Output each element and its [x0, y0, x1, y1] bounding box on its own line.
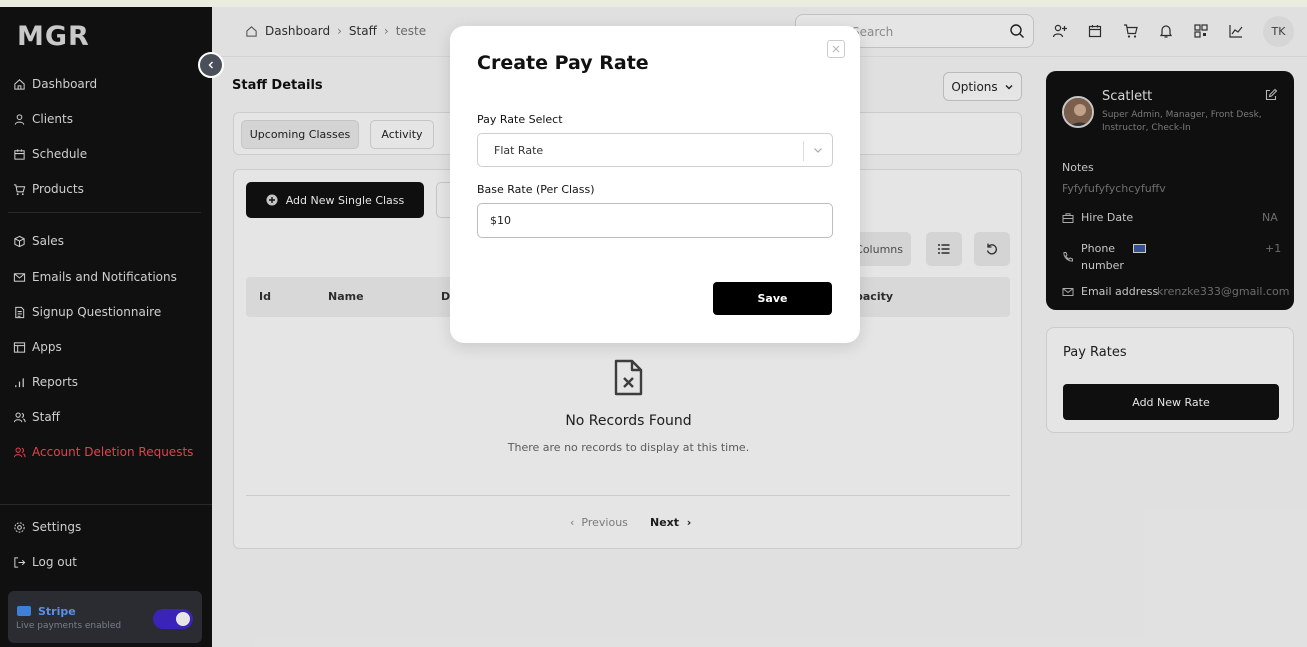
pay-rate-select-label: Pay Rate Select [477, 113, 563, 126]
sidebar-item-schedule[interactable]: Schedule [13, 147, 87, 161]
stripe-logo-icon [17, 606, 31, 616]
sidebar-item-label: Signup Questionnaire [32, 305, 162, 319]
pay-rate-select-value: Flat Rate [494, 144, 544, 157]
sidebar-item-products[interactable]: Products [13, 182, 84, 196]
sidebar-item-clients[interactable]: Clients [13, 112, 73, 126]
sidebar-item-label: Emails and Notifications [32, 270, 177, 284]
create-pay-rate-modal: Create Pay Rate Pay Rate Select Flat Rat… [450, 26, 860, 343]
home-icon [14, 78, 25, 90]
sidebar-divider [0, 504, 212, 505]
save-button[interactable]: Save [713, 282, 832, 315]
package-icon [14, 235, 25, 247]
sidebar-item-label: Clients [32, 112, 73, 126]
pay-rate-select[interactable]: Flat Rate [477, 133, 833, 167]
base-rate-label: Base Rate (Per Class) [477, 183, 595, 196]
select-separator [803, 141, 804, 161]
users-icon [13, 447, 26, 457]
sidebar-item-label: Apps [32, 340, 62, 354]
sidebar-item-label: Staff [32, 410, 60, 424]
cart-icon [13, 183, 26, 195]
sidebar-item-apps[interactable]: Apps [13, 340, 62, 354]
sidebar-item-label: Schedule [32, 147, 88, 161]
sidebar-collapse-button[interactable] [198, 52, 224, 78]
sidebar-item-label: Account Deletion Requests [32, 445, 194, 459]
sidebar-item-label: Sales [32, 234, 64, 248]
document-icon [15, 306, 25, 318]
sidebar-item-label: Dashboard [32, 77, 98, 91]
gear-icon [14, 521, 25, 533]
chevron-down-icon [814, 148, 822, 153]
sidebar-item-reports[interactable]: Reports [13, 375, 78, 389]
sidebar-item-logout[interactable]: Log out [13, 555, 77, 569]
base-rate-input[interactable] [477, 203, 833, 238]
stripe-toggle[interactable] [153, 609, 193, 629]
sidebar-item-account-deletion-requests[interactable]: Account Deletion Requests [13, 445, 193, 459]
bars-icon [15, 377, 24, 387]
top-strip [0, 0, 1307, 7]
sidebar-item-emails[interactable]: Emails and Notifications [13, 270, 177, 284]
close-button[interactable] [827, 40, 845, 58]
stripe-card: Stripe Live payments enabled [8, 591, 202, 643]
window-icon [13, 341, 26, 353]
sidebar-divider [8, 212, 201, 213]
sidebar-item-label: Products [32, 182, 84, 196]
sidebar-item-label: Log out [32, 555, 77, 569]
chevron-left-icon [208, 61, 213, 69]
stripe-subtitle: Live payments enabled [16, 621, 122, 631]
user-icon [14, 113, 25, 125]
modal-title: Create Pay Rate [477, 52, 649, 74]
sidebar-item-dashboard[interactable]: Dashboard [13, 77, 97, 91]
sidebar-item-label: Reports [32, 375, 79, 389]
close-icon [832, 45, 840, 53]
app-logo: MGR [17, 21, 90, 52]
sidebar-item-signup-questionnaire[interactable]: Signup Questionnaire [13, 305, 161, 319]
sidebar-item-settings[interactable]: Settings [13, 520, 81, 534]
sidebar-item-staff[interactable]: Staff [13, 410, 60, 424]
sidebar: MGR Dashboard Clients Schedule Products … [0, 7, 224, 647]
mail-icon [13, 272, 26, 282]
calendar-icon [14, 148, 25, 160]
sidebar-item-label: Settings [32, 520, 82, 534]
sidebar-item-sales[interactable]: Sales [13, 234, 64, 248]
logout-icon [14, 556, 26, 568]
users-icon [13, 412, 26, 422]
stripe-title: Stripe [38, 605, 76, 618]
